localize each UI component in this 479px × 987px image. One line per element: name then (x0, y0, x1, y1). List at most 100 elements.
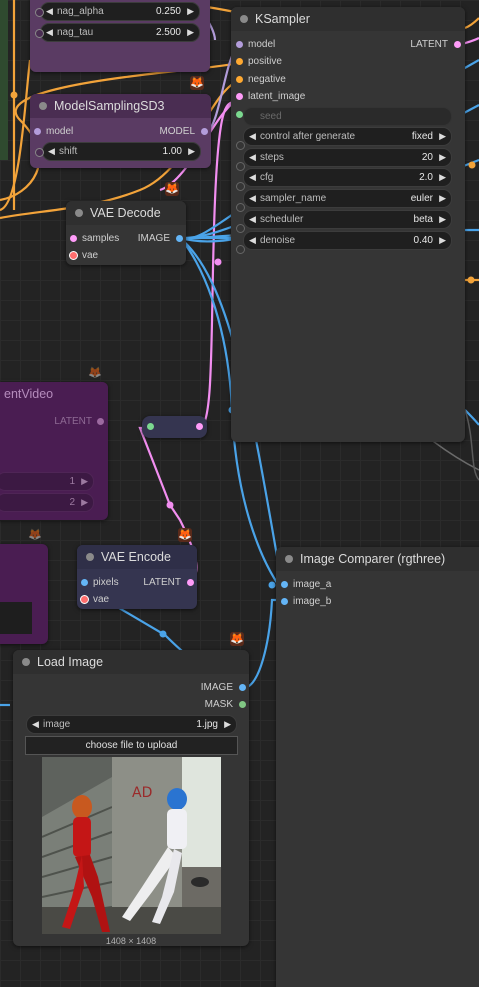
reroute-node[interactable] (142, 416, 207, 438)
widget-value: 2 (69, 497, 75, 508)
input-label: model (248, 39, 276, 50)
latent-output-dot[interactable] (187, 579, 194, 586)
increment-arrow-icon[interactable]: ▶ (439, 190, 446, 207)
increment-arrow-icon[interactable]: ▶ (439, 149, 446, 166)
cfg-widget[interactable]: ◀ cfg 2.0 ▶ (243, 168, 452, 187)
collapse-dot-icon[interactable] (75, 209, 83, 217)
widget-value: 1.jpg (196, 719, 218, 730)
decrement-arrow-icon[interactable]: ◀ (32, 716, 39, 733)
collapse-dot-icon[interactable] (240, 15, 248, 23)
sampler-name-widget[interactable]: ◀ sampler_name euler ▶ (243, 189, 452, 208)
node-title-text: Load Image (37, 655, 104, 669)
seed-widget[interactable]: seed (243, 107, 452, 126)
collapse-dot-icon[interactable] (285, 555, 293, 563)
fox-icon: 🦊 (230, 632, 244, 646)
load-image-node[interactable]: Load Image IMAGE MASK ◀ image 1.jpg ▶ ch… (13, 650, 249, 946)
vae-encode-node[interactable]: VAE Encode pixels LATENT vae (77, 545, 197, 609)
steps-widget[interactable]: ◀ steps 20 ▶ (243, 148, 452, 167)
pixels-input-dot[interactable] (81, 579, 88, 586)
widget-label: shift (59, 146, 78, 157)
node-title[interactable]: KSampler (231, 7, 465, 31)
increment-arrow-icon[interactable]: ▶ (81, 494, 88, 511)
nag-tau-widget[interactable]: ◀ nag_tau 2.500 ▶ (40, 23, 200, 42)
node-title[interactable]: VAE Encode (77, 545, 197, 569)
negative-input-dot[interactable] (236, 76, 243, 83)
node-title-text: KSampler (255, 12, 310, 26)
widget-value: 2.500 (155, 27, 181, 38)
widget-input-dot (236, 162, 245, 171)
node-title[interactable]: Load Image (13, 650, 249, 674)
widget-label: denoise (260, 235, 296, 246)
scheduler-widget[interactable]: ◀ scheduler beta ▶ (243, 210, 452, 229)
latent-image-input-dot[interactable] (236, 93, 243, 100)
model-input-dot[interactable] (34, 128, 41, 135)
reroute-input-dot[interactable] (147, 423, 154, 430)
control-after-generate-widget[interactable]: ◀ control after generate fixed ▶ (243, 127, 452, 146)
increment-arrow-icon[interactable]: ▶ (439, 211, 446, 228)
mask-output-dot[interactable] (239, 701, 246, 708)
image-output-dot[interactable] (176, 235, 183, 242)
reroute-output-dot[interactable] (196, 423, 203, 430)
input-label: pixels (93, 577, 119, 588)
node-title[interactable]: ModelSamplingSD3 (30, 94, 211, 118)
decrement-arrow-icon[interactable]: ◀ (48, 143, 55, 160)
model-output-dot[interactable] (201, 128, 208, 135)
decrement-arrow-icon[interactable]: ◀ (249, 169, 256, 186)
partial-purple-node[interactable] (0, 544, 48, 644)
node-title[interactable]: entVideo (0, 382, 108, 406)
increment-arrow-icon[interactable]: ▶ (439, 128, 446, 145)
model-sampling-sd3-node[interactable]: ModelSamplingSD3 model MODEL ◀ shift 1.0… (30, 94, 211, 168)
node-title[interactable]: Image Comparer (rgthree) (276, 547, 479, 571)
decrement-arrow-icon[interactable]: ◀ (46, 3, 53, 20)
upload-button[interactable]: choose file to upload (25, 736, 238, 755)
node-title[interactable]: VAE Decode (66, 201, 186, 225)
decrement-arrow-icon[interactable]: ◀ (249, 190, 256, 207)
vae-decode-node[interactable]: VAE Decode samples IMAGE vae (66, 201, 186, 265)
widget-input-dot (35, 8, 44, 17)
image-select-widget[interactable]: ◀ image 1.jpg ▶ (26, 715, 237, 734)
decrement-arrow-icon[interactable]: ◀ (249, 128, 256, 145)
collapse-dot-icon[interactable] (22, 658, 30, 666)
model-input-dot[interactable] (236, 41, 243, 48)
widget-value: euler (410, 193, 433, 204)
samples-input-dot[interactable] (70, 235, 77, 242)
positive-input-dot[interactable] (236, 58, 243, 65)
decrement-arrow-icon[interactable]: ◀ (249, 232, 256, 249)
nag-node[interactable]: ◀ nag_alpha 0.250 ▶ ◀ nag_tau 2.500 ▶ (30, 0, 210, 72)
decrement-arrow-icon[interactable]: ◀ (249, 149, 256, 166)
increment-arrow-icon[interactable]: ▶ (439, 169, 446, 186)
seed-input-dot[interactable] (236, 111, 243, 118)
decrement-arrow-icon[interactable]: ◀ (46, 24, 53, 41)
value-widget-2[interactable]: 2 ▶ (0, 493, 94, 512)
increment-arrow-icon[interactable]: ▶ (187, 3, 194, 20)
image-comparer-node[interactable]: Image Comparer (rgthree) image_a image_b (276, 547, 479, 987)
shift-widget[interactable]: ◀ shift 1.00 ▶ (42, 142, 201, 161)
empty-latent-video-node[interactable]: entVideo LATENT 1 ▶ 2 ▶ (0, 382, 108, 520)
vae-input-dot[interactable] (80, 595, 89, 604)
value-widget-1[interactable]: 1 ▶ (0, 472, 94, 491)
latent-output-dot[interactable] (454, 41, 461, 48)
increment-arrow-icon[interactable]: ▶ (224, 716, 231, 733)
vae-input-dot[interactable] (69, 251, 78, 260)
image-b-input-dot[interactable] (281, 598, 288, 605)
decrement-arrow-icon[interactable]: ◀ (249, 211, 256, 228)
image-a-input-dot[interactable] (281, 581, 288, 588)
increment-arrow-icon[interactable]: ▶ (81, 473, 88, 490)
widget-input-dot (236, 224, 245, 233)
ksampler-node[interactable]: KSampler model LATENT positive negative … (231, 7, 465, 442)
widget-value: fixed (411, 131, 433, 142)
denoise-widget[interactable]: ◀ denoise 0.40 ▶ (243, 231, 452, 250)
nag-alpha-widget[interactable]: ◀ nag_alpha 0.250 ▶ (40, 2, 200, 21)
increment-arrow-icon[interactable]: ▶ (188, 143, 195, 160)
latent-output-dot[interactable] (97, 418, 104, 425)
image-output-dot[interactable] (239, 684, 246, 691)
fox-icon: 🦊 (88, 367, 102, 379)
collapse-dot-icon[interactable] (39, 102, 47, 110)
collapse-dot-icon[interactable] (86, 553, 94, 561)
widget-value: 1 (69, 476, 75, 487)
input-label: vae (93, 594, 110, 605)
node-title-text: Image Comparer (rgthree) (300, 552, 446, 566)
increment-arrow-icon[interactable]: ▶ (439, 232, 446, 249)
increment-arrow-icon[interactable]: ▶ (187, 24, 194, 41)
widget-label: nag_alpha (57, 6, 104, 17)
